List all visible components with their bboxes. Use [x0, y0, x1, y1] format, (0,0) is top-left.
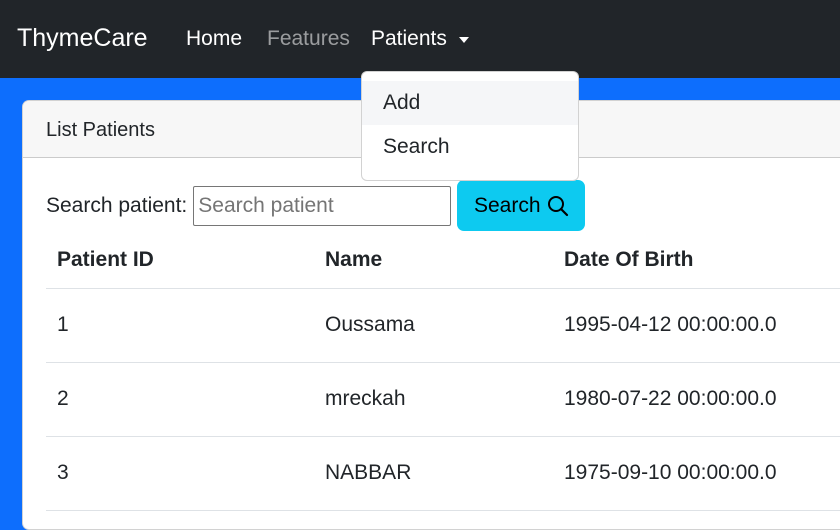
dropdown-item-search[interactable]: Search: [362, 125, 578, 169]
cell-date-of-birth: 1975-09-10 00:00:00.0: [553, 436, 840, 511]
cell-patient-id: 1: [46, 288, 314, 363]
col-header-patient-id: Patient ID: [46, 232, 314, 289]
dropdown-item-add[interactable]: Add: [362, 81, 578, 125]
cell-name: Oussama: [314, 288, 553, 363]
nav-features-link[interactable]: Features: [267, 27, 350, 51]
nav-home-link[interactable]: Home: [186, 27, 242, 51]
table-header-row: Patient ID Name Date Of Birth: [46, 232, 840, 289]
search-input[interactable]: [193, 185, 452, 226]
cell-name: mreckah: [314, 362, 553, 437]
search-label: Search patient:: [46, 193, 188, 217]
search-button-label: Search: [473, 193, 541, 217]
cell-name: NABBAR: [314, 436, 553, 511]
nav-patients-dropdown-toggle[interactable]: Patients: [371, 27, 469, 51]
search-button[interactable]: Search: [457, 180, 586, 231]
table-row: 2 mreckah 1980-07-22 00:00:00.0: [46, 362, 840, 437]
cell-date-of-birth: 1995-04-12 00:00:00.0: [553, 288, 840, 363]
brand-link[interactable]: ThymeCare: [17, 24, 148, 53]
patients-dropdown-menu: Add Search: [361, 71, 579, 181]
caret-down-icon: [458, 37, 469, 43]
search-icon: [547, 195, 568, 216]
col-header-date-of-birth: Date Of Birth: [553, 232, 840, 289]
nav-patients-label: Patients: [371, 27, 447, 50]
table-row: 3 NABBAR 1975-09-10 00:00:00.0: [46, 436, 840, 511]
search-form: Search patient: Search: [46, 180, 586, 231]
col-header-name: Name: [314, 232, 553, 289]
cell-patient-id: 3: [46, 436, 314, 511]
patients-table: Patient ID Name Date Of Birth 1 Oussama …: [46, 232, 840, 511]
cell-date-of-birth: 1980-07-22 00:00:00.0: [553, 362, 840, 437]
cell-patient-id: 2: [46, 362, 314, 437]
navbar: ThymeCare Home Features Patients: [0, 0, 840, 78]
table-row: 1 Oussama 1995-04-12 00:00:00.0: [46, 288, 840, 363]
